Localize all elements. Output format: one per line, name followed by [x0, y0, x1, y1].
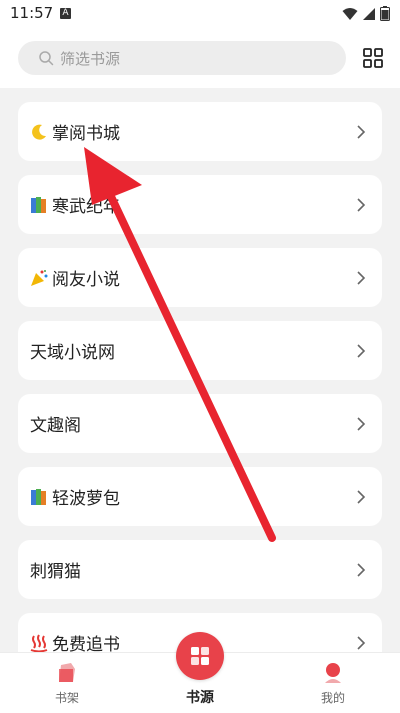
status-time: 11:57	[10, 4, 54, 22]
tab-sources-label: 书源	[186, 690, 214, 706]
chevron-right-icon	[357, 636, 366, 650]
chevron-right-icon	[357, 344, 366, 358]
tab-me[interactable]: 我的	[283, 653, 383, 713]
source-item[interactable]: 轻波萝包	[18, 467, 382, 526]
chevron-right-icon	[357, 563, 366, 577]
books-icon	[28, 194, 50, 216]
hot-springs-icon	[28, 632, 50, 654]
signal-icon	[363, 7, 375, 20]
tab-bookshelf-label: 书架	[54, 691, 79, 705]
tab-bookshelf[interactable]: 书架	[17, 653, 117, 713]
chevron-right-icon	[357, 271, 366, 285]
source-label: 轻波萝包	[52, 489, 120, 509]
source-item[interactable]: 天域小说网	[18, 321, 382, 380]
scan-qr-icon[interactable]	[362, 47, 384, 69]
source-item[interactable]: 寒武纪年	[18, 175, 382, 234]
search-icon	[39, 51, 54, 66]
notification-a-icon: A	[60, 8, 71, 19]
chevron-right-icon	[357, 198, 366, 212]
source-list: 掌阅书城 寒武纪年 阅友小说 天域小说网 文趣阁 轻波萝包 刺猬猫 免费追书	[18, 102, 382, 686]
source-label: 阅友小说	[52, 270, 120, 290]
grid-icon	[191, 647, 209, 665]
source-label: 掌阅书城	[52, 124, 120, 144]
source-item[interactable]: 阅友小说	[18, 248, 382, 307]
wifi-icon	[342, 7, 358, 20]
status-bar: 11:57 A	[0, 0, 400, 28]
tab-me-label: 我的	[320, 691, 345, 705]
source-label: 天域小说网	[30, 343, 115, 363]
tab-sources-icon[interactable]	[176, 632, 224, 680]
source-label: 文趣阁	[30, 416, 81, 436]
source-item[interactable]: 文趣阁	[18, 394, 382, 453]
source-item[interactable]: 刺猬猫	[18, 540, 382, 599]
status-icons	[342, 6, 390, 21]
profile-icon	[325, 663, 341, 683]
source-item[interactable]: 掌阅书城	[18, 102, 382, 161]
search-input[interactable]: 筛选书源	[18, 41, 346, 75]
chevron-right-icon	[357, 417, 366, 431]
battery-icon	[380, 6, 390, 21]
chevron-right-icon	[357, 490, 366, 504]
top-bar: 筛选书源	[0, 28, 400, 88]
party-popper-icon	[28, 267, 50, 289]
chevron-right-icon	[357, 125, 366, 139]
source-label: 刺猬猫	[30, 562, 81, 582]
crescent-moon-icon	[28, 121, 50, 143]
search-placeholder: 筛选书源	[60, 49, 121, 68]
books-icon	[28, 486, 50, 508]
source-label: 寒武纪年	[52, 197, 120, 217]
bookshelf-icon	[59, 663, 75, 682]
